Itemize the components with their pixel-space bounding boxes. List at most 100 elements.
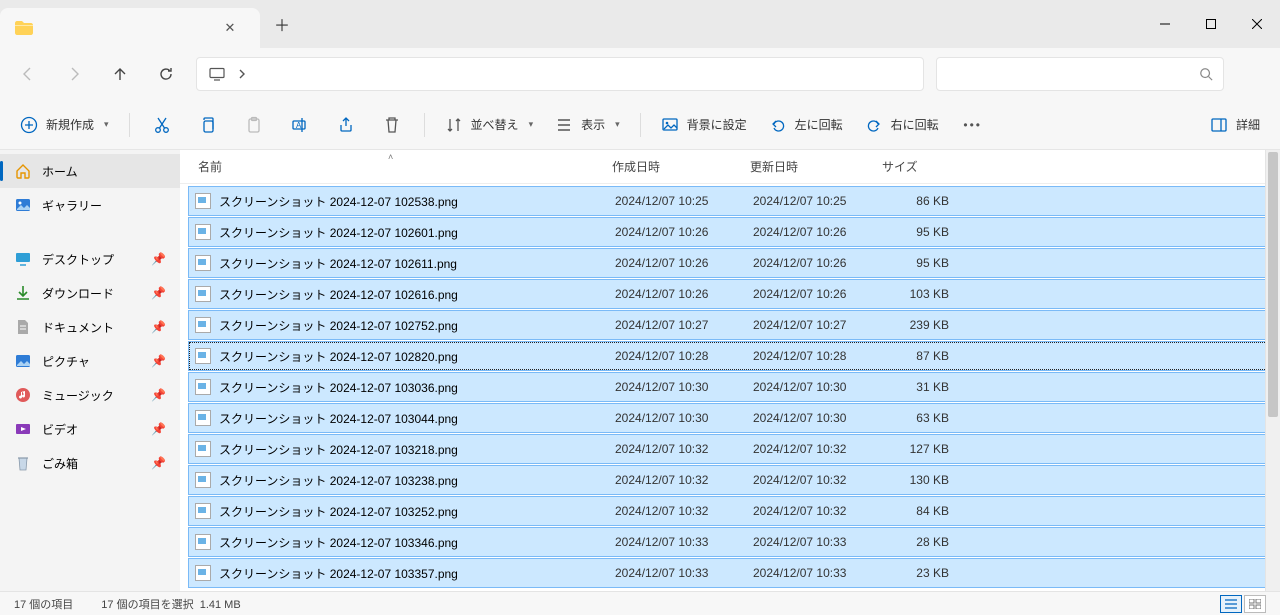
maximize-button[interactable]: [1188, 0, 1234, 48]
sidebar-item-home[interactable]: ホーム: [0, 154, 180, 188]
file-icon: [195, 348, 211, 364]
column-created[interactable]: 作成日時: [612, 158, 750, 175]
file-name: スクリーンショット 2024-12-07 102752.png: [219, 317, 615, 334]
sidebar-item-downloads[interactable]: ダウンロード 📌: [0, 276, 180, 310]
sidebar-item-videos[interactable]: ビデオ 📌: [0, 412, 180, 446]
new-label: 新規作成: [46, 116, 94, 133]
folder-icon: [14, 20, 34, 36]
file-row[interactable]: スクリーンショット 2024-12-07 103238.png2024/12/0…: [188, 465, 1274, 495]
file-size: 103 KB: [881, 287, 957, 301]
file-row[interactable]: スクリーンショット 2024-12-07 103044.png2024/12/0…: [188, 403, 1274, 433]
set-background-label: 背景に設定: [687, 116, 747, 133]
sort-button[interactable]: 並べ替え ▾: [435, 107, 544, 143]
file-name: スクリーンショット 2024-12-07 103044.png: [219, 410, 615, 427]
back-button[interactable]: [6, 54, 50, 94]
address-chevron-icon[interactable]: [231, 69, 253, 79]
file-modified: 2024/12/07 10:30: [753, 411, 881, 425]
file-row[interactable]: スクリーンショット 2024-12-07 103346.png2024/12/0…: [188, 527, 1274, 557]
sidebar-label: ドキュメント: [42, 319, 114, 336]
close-window-button[interactable]: [1234, 0, 1280, 48]
file-row[interactable]: スクリーンショット 2024-12-07 102601.png2024/12/0…: [188, 217, 1274, 247]
share-button[interactable]: [324, 107, 368, 143]
file-row[interactable]: スクリーンショット 2024-12-07 102752.png2024/12/0…: [188, 310, 1274, 340]
file-row[interactable]: スクリーンショット 2024-12-07 102616.png2024/12/0…: [188, 279, 1274, 309]
file-icon: [195, 472, 211, 488]
rename-button[interactable]: A: [278, 107, 322, 143]
sidebar-label: ホーム: [42, 163, 78, 180]
column-name[interactable]: 名前 ˄: [198, 158, 612, 175]
file-row[interactable]: スクリーンショット 2024-12-07 103036.png2024/12/0…: [188, 372, 1274, 402]
up-button[interactable]: [98, 54, 142, 94]
file-name: スクリーンショット 2024-12-07 103036.png: [219, 379, 615, 396]
file-name: スクリーンショット 2024-12-07 102601.png: [219, 224, 615, 241]
pin-icon: 📌: [151, 286, 166, 300]
address-bar[interactable]: [196, 57, 924, 91]
sidebar-item-gallery[interactable]: ギャラリー: [0, 188, 180, 222]
cut-button[interactable]: [140, 107, 184, 143]
file-row[interactable]: スクリーンショット 2024-12-07 102820.png2024/12/0…: [188, 341, 1274, 371]
scrollbar-thumb[interactable]: [1268, 152, 1278, 417]
rotate-right-icon: [865, 116, 883, 134]
file-name: スクリーンショット 2024-12-07 103357.png: [219, 565, 615, 582]
view-details-button[interactable]: [1220, 595, 1242, 613]
sidebar-item-recycle[interactable]: ごみ箱 📌: [0, 446, 180, 480]
file-size: 127 KB: [881, 442, 957, 456]
file-row[interactable]: スクリーンショット 2024-12-07 103218.png2024/12/0…: [188, 434, 1274, 464]
pin-icon: 📌: [151, 388, 166, 402]
sort-label: 並べ替え: [471, 116, 519, 133]
file-created: 2024/12/07 10:30: [615, 411, 753, 425]
forward-button[interactable]: [52, 54, 96, 94]
file-icon: [195, 286, 211, 302]
refresh-button[interactable]: [144, 54, 188, 94]
column-modified[interactable]: 更新日時: [750, 158, 878, 175]
rotate-right-button[interactable]: 右に回転: [855, 107, 949, 143]
paste-icon: [245, 116, 263, 134]
file-size: 130 KB: [881, 473, 957, 487]
rotate-left-button[interactable]: 左に回転: [759, 107, 853, 143]
file-size: 87 KB: [881, 349, 957, 363]
minimize-button[interactable]: [1142, 0, 1188, 48]
more-button[interactable]: •••: [951, 107, 995, 143]
scrollbar[interactable]: [1265, 150, 1280, 591]
tab-current[interactable]: ✕: [0, 8, 260, 48]
file-name: スクリーンショット 2024-12-07 102820.png: [219, 348, 615, 365]
sidebar-label: ピクチャ: [42, 353, 90, 370]
details-pane-button[interactable]: 詳細: [1200, 107, 1270, 143]
view-button[interactable]: 表示 ▾: [545, 107, 630, 143]
file-size: 95 KB: [881, 256, 957, 270]
set-background-button[interactable]: 背景に設定: [651, 107, 757, 143]
column-size[interactable]: サイズ: [878, 158, 958, 175]
file-name: スクリーンショット 2024-12-07 103252.png: [219, 503, 615, 520]
file-row[interactable]: スクリーンショット 2024-12-07 103357.png2024/12/0…: [188, 558, 1274, 588]
new-button[interactable]: 新規作成 ▾: [10, 107, 119, 143]
sidebar: ホーム ギャラリー デスクトップ 📌 ダウンロード 📌 ドキュメント 📌 ピクチ…: [0, 150, 180, 591]
delete-button[interactable]: [370, 107, 414, 143]
file-pane: 名前 ˄ 作成日時 更新日時 サイズ スクリーンショット 2024-12-07 …: [180, 150, 1280, 591]
tab-close-button[interactable]: ✕: [214, 20, 246, 36]
new-tab-button[interactable]: ＋: [260, 0, 304, 48]
rotate-right-label: 右に回転: [891, 116, 939, 133]
file-icon: [195, 534, 211, 550]
file-modified: 2024/12/07 10:32: [753, 504, 881, 518]
sidebar-item-pictures[interactable]: ピクチャ 📌: [0, 344, 180, 378]
view-icons-button[interactable]: [1244, 595, 1266, 613]
file-row[interactable]: スクリーンショット 2024-12-07 102538.png2024/12/0…: [188, 186, 1274, 216]
sidebar-item-documents[interactable]: ドキュメント 📌: [0, 310, 180, 344]
sidebar-item-music[interactable]: ミュージック 📌: [0, 378, 180, 412]
delete-icon: [383, 116, 401, 134]
file-list[interactable]: スクリーンショット 2024-12-07 102538.png2024/12/0…: [180, 184, 1280, 591]
search-box[interactable]: [936, 57, 1224, 91]
paste-button[interactable]: [232, 107, 276, 143]
copy-button[interactable]: [186, 107, 230, 143]
download-icon: [14, 284, 32, 302]
sort-indicator-icon: ˄: [388, 152, 393, 162]
sidebar-item-desktop[interactable]: デスクトップ 📌: [0, 242, 180, 276]
file-modified: 2024/12/07 10:33: [753, 535, 881, 549]
file-row[interactable]: スクリーンショット 2024-12-07 102611.png2024/12/0…: [188, 248, 1274, 278]
file-row[interactable]: スクリーンショット 2024-12-07 103252.png 2024/12/0…: [188, 496, 1274, 526]
pin-icon: 📌: [151, 456, 166, 470]
home-icon: [14, 162, 32, 180]
view-label: 表示: [581, 116, 605, 133]
file-modified: 2024/12/07 10:25: [753, 194, 881, 208]
pin-icon: 📌: [151, 320, 166, 334]
